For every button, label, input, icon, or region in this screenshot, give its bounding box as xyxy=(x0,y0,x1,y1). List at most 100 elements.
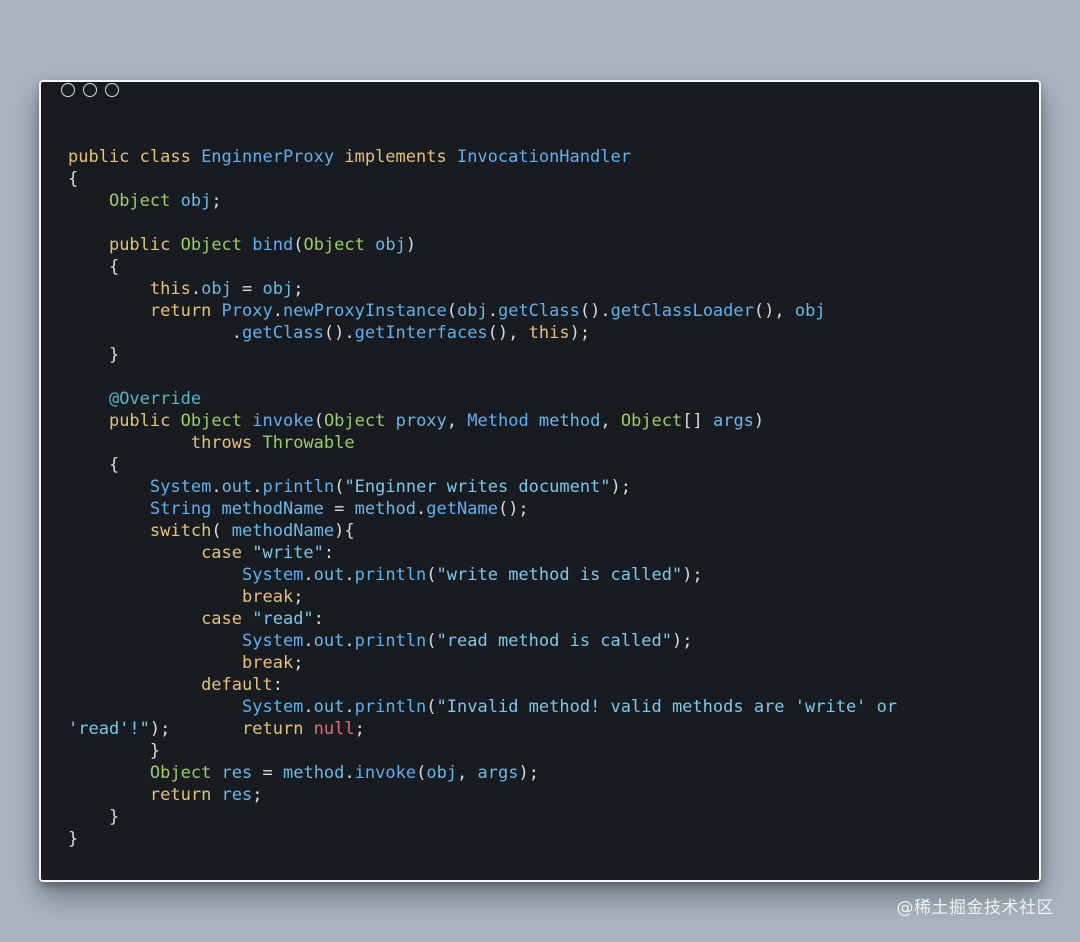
code-token: ( xyxy=(416,763,427,783)
code-token: ; xyxy=(293,653,304,673)
code-token: . xyxy=(303,565,314,585)
code-token: println xyxy=(354,631,427,651)
code-line: @Override xyxy=(68,388,897,410)
code-token: } xyxy=(68,345,120,365)
code-token: (), xyxy=(753,301,795,321)
code-token: ( xyxy=(211,521,232,541)
code-token: . xyxy=(344,697,355,717)
code-token: . xyxy=(344,565,355,585)
code-line: break; xyxy=(68,586,897,608)
code-token: . xyxy=(303,697,314,717)
code-token: EnginnerProxy xyxy=(201,147,345,167)
code-token: : xyxy=(313,609,324,629)
code-token: . xyxy=(190,279,202,299)
code-line: break; xyxy=(68,652,897,674)
code-token: . xyxy=(68,323,242,343)
code-token: Object xyxy=(180,235,253,255)
window-controls xyxy=(61,83,119,97)
code-token: } xyxy=(68,741,161,761)
code-token: ); xyxy=(569,323,591,343)
code-token: Method xyxy=(467,411,539,431)
code-token: public xyxy=(108,235,181,255)
window-dot-2[interactable] xyxy=(83,83,97,97)
code-token: ); xyxy=(149,719,243,739)
code-line: public Object bind(Object obj) xyxy=(68,234,897,256)
code-token: "read method is called" xyxy=(436,631,672,651)
code-token: , xyxy=(600,411,621,431)
code-token: ( xyxy=(334,477,345,497)
code-token: ); xyxy=(610,477,632,497)
code-line: throws Throwable xyxy=(68,432,897,454)
code-token: println xyxy=(354,697,427,717)
code-token: . xyxy=(416,499,427,519)
code-token: getName xyxy=(426,499,498,519)
code-line: .getClass().getInterfaces(), this); xyxy=(68,322,897,344)
code-token: println xyxy=(262,477,335,497)
code-window: public class EnginnerProxy implements In… xyxy=(39,80,1041,882)
code-token: @Override xyxy=(108,389,202,409)
code-line: default: xyxy=(68,674,897,696)
code-line: System.out.println("Enginner writes docu… xyxy=(68,476,897,498)
code-line: case "read": xyxy=(68,608,897,630)
code-token: { xyxy=(68,257,120,277)
code-token: println xyxy=(354,565,427,585)
code-token: getClassLoader xyxy=(610,301,754,321)
code-token: "write method is called" xyxy=(436,565,683,585)
code-token: Object xyxy=(323,411,396,431)
code-line: } xyxy=(68,740,897,762)
code-token: obj xyxy=(794,301,826,321)
code-token: ( xyxy=(426,631,437,651)
code-token: out xyxy=(313,697,345,717)
code-token: ( xyxy=(426,565,437,585)
code-token: System xyxy=(242,697,304,717)
code-token: case xyxy=(201,609,253,629)
code-token: ) xyxy=(753,411,765,431)
code-token: null xyxy=(313,719,355,739)
code-token: { xyxy=(68,169,79,189)
code-token: return xyxy=(242,719,314,739)
code-token: = xyxy=(231,279,263,299)
code-token: ); xyxy=(518,763,539,783)
code-token: Object xyxy=(149,763,222,783)
code-token: . xyxy=(344,763,355,783)
code-token: System xyxy=(242,631,304,651)
code-token: methodName xyxy=(231,521,335,541)
code-token: : xyxy=(272,675,283,695)
code-token: ) xyxy=(405,235,417,255)
code-token: throws xyxy=(190,433,263,453)
code-token: . xyxy=(272,301,283,321)
code-token: obj xyxy=(201,279,232,299)
code-token: (), xyxy=(487,323,529,343)
code-line: System.out.println("write method is call… xyxy=(68,564,897,586)
code-token: ; xyxy=(211,191,222,211)
code-token: System xyxy=(242,565,304,585)
code-token: } xyxy=(68,807,120,827)
code-token: invoke xyxy=(354,763,417,783)
code-token: 'read'!" xyxy=(68,719,150,739)
code-token: this xyxy=(149,279,191,299)
code-token: ; xyxy=(293,279,304,299)
window-dot-1[interactable] xyxy=(61,83,75,97)
code-line: { xyxy=(68,168,897,190)
code-token: ); xyxy=(682,565,703,585)
window-dot-3[interactable] xyxy=(105,83,119,97)
code-line: Object obj; xyxy=(68,190,897,212)
code-token: Object xyxy=(180,411,253,431)
code-block: public class EnginnerProxy implements In… xyxy=(68,146,897,850)
code-token: public class xyxy=(68,147,202,167)
code-token: obj xyxy=(457,301,488,321)
code-token: ; xyxy=(252,785,263,805)
code-token: getInterfaces xyxy=(354,323,488,343)
code-token: . xyxy=(487,301,498,321)
